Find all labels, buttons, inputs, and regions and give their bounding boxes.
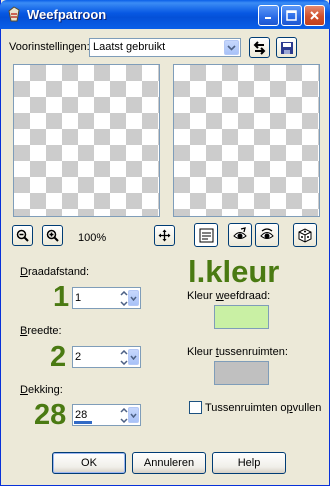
thread-color-swatch[interactable]: [214, 305, 269, 329]
presets-dropdown[interactable]: Laatst gebruikt: [89, 38, 241, 57]
opacity-dropdown-button[interactable]: [128, 407, 139, 423]
presets-value: Laatst gebruikt: [93, 41, 166, 53]
cancel-button[interactable]: Annuleren: [132, 452, 206, 474]
preview-window-icon: [199, 228, 213, 242]
window-title: Weefpatroon: [27, 7, 107, 22]
opacity-spinbox[interactable]: 28: [72, 404, 141, 426]
minimize-icon: [265, 17, 271, 19]
spacing-label: Draadafstand:: [20, 266, 90, 278]
gap-color-swatch[interactable]: [214, 361, 269, 385]
move-icon: [158, 229, 171, 242]
opacity-level-bar: [74, 421, 92, 424]
zoom-out-button[interactable]: [12, 225, 33, 246]
randomize-button[interactable]: [293, 223, 317, 247]
minimize-button[interactable]: [258, 5, 279, 26]
proof-eye-icon: [233, 227, 247, 239]
proof-button[interactable]: [228, 223, 252, 247]
opacity-value: 28: [75, 409, 88, 421]
thread-color-label: Kleur weefdraad:: [187, 290, 271, 302]
close-button[interactable]: [304, 5, 325, 26]
pan-button[interactable]: [154, 225, 175, 246]
zoom-in-button[interactable]: [42, 225, 63, 246]
width-dropdown-button[interactable]: [128, 349, 139, 365]
close-icon: [310, 11, 319, 20]
save-icon: [280, 41, 293, 54]
width-annotation: 2: [50, 341, 67, 373]
ok-button[interactable]: OK: [52, 452, 126, 474]
zoom-level: 100%: [78, 232, 107, 244]
original-preview[interactable]: [13, 64, 160, 217]
width-value: 2: [75, 351, 82, 363]
fill-gaps-label[interactable]: Tussenruimten opvullen: [205, 402, 321, 414]
spacing-spinbox[interactable]: 1: [72, 287, 141, 309]
opacity-annotation: 28: [34, 399, 67, 431]
reset-icon: [253, 40, 266, 55]
fill-gaps-checkbox[interactable]: [189, 401, 202, 414]
auto-proof-eye-icon: [260, 228, 274, 239]
app-icon: [6, 6, 23, 23]
width-spinbox[interactable]: 2: [72, 346, 141, 368]
gap-color-label: Kleur tussenruimten:: [187, 346, 288, 358]
chevron-down-icon: [130, 355, 137, 360]
color-annotation: l.kleur: [188, 254, 280, 289]
chevron-down-icon: [130, 413, 137, 418]
spacing-annotation: 1: [53, 281, 70, 313]
save-preset-button[interactable]: [276, 37, 297, 58]
zoom-in-icon: [46, 229, 59, 242]
maximize-icon: [286, 10, 297, 21]
spacing-value: 1: [75, 292, 82, 304]
help-button[interactable]: Help: [212, 452, 286, 474]
dice-icon: [298, 228, 312, 243]
zoom-out-icon: [16, 229, 29, 242]
dialog-window: Weefpatroon Voorinstellingen: Laatst geb…: [0, 0, 330, 486]
result-preview: [173, 64, 320, 217]
spacing-dropdown-button[interactable]: [128, 290, 139, 306]
toggle-preview-button[interactable]: [194, 223, 218, 247]
title-bar[interactable]: Weefpatroon: [0, 0, 330, 29]
auto-proof-button[interactable]: [255, 223, 279, 247]
chevron-down-icon: [130, 296, 137, 301]
presets-label: Voorinstellingen:: [9, 41, 90, 53]
opacity-label: Dekking:: [20, 384, 63, 396]
width-label: Breedte:: [20, 325, 62, 337]
chevron-down-icon: [224, 40, 239, 55]
maximize-button[interactable]: [281, 5, 302, 26]
reset-preset-button[interactable]: [249, 37, 270, 58]
